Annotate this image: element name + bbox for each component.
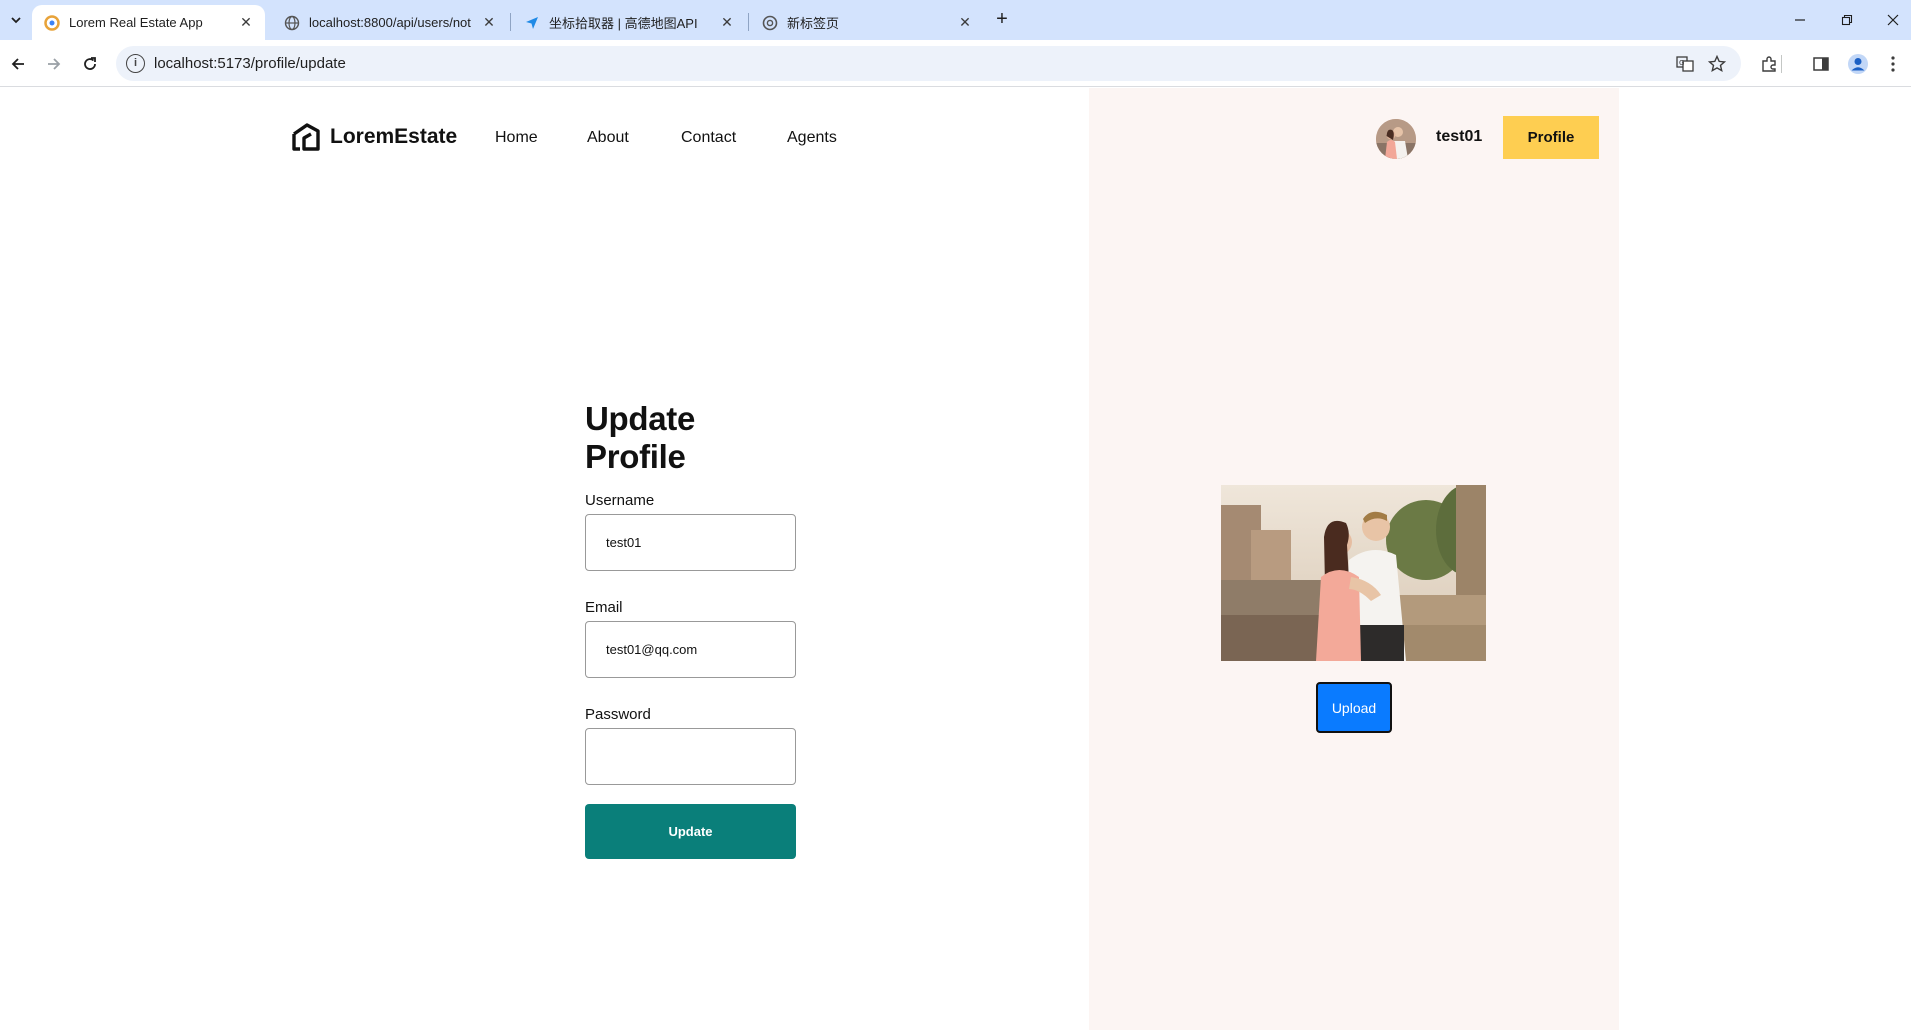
tab-api-users[interactable]: localhost:8800/api/users/not ✕ (272, 5, 508, 40)
close-window-icon[interactable] (1878, 8, 1908, 32)
toolbar-divider (1781, 55, 1782, 73)
nav-home[interactable]: Home (495, 129, 538, 147)
profile-button[interactable]: Profile (1503, 116, 1599, 159)
extensions-puzzle-icon[interactable] (1756, 51, 1782, 77)
site-info-icon[interactable]: i (126, 54, 145, 73)
username-label: Username (585, 492, 655, 509)
restore-icon[interactable] (1832, 8, 1862, 32)
more-menu-icon[interactable] (1880, 51, 1906, 77)
tab-separator (510, 13, 511, 31)
app-favicon-icon (44, 14, 60, 31)
brand-logo[interactable]: LoremEstate (291, 122, 457, 152)
tab-separator (748, 13, 749, 31)
username-input[interactable] (585, 514, 796, 571)
close-tab-icon[interactable]: ✕ (718, 14, 736, 32)
tab-title: 新标签页 (787, 16, 840, 31)
minimize-icon[interactable] (1785, 8, 1815, 32)
back-arrow-icon[interactable] (4, 50, 32, 78)
profile-account-icon[interactable] (1845, 51, 1871, 77)
browser-toolbar: i localhost:5173/profile/update G (0, 40, 1911, 87)
bookmark-star-icon[interactable] (1706, 53, 1728, 75)
email-label: Email (585, 599, 623, 616)
tab-new-tab[interactable]: 新标签页 ✕ (750, 5, 984, 40)
chrome-icon (762, 15, 778, 31)
password-input[interactable] (585, 728, 796, 785)
amap-favicon-icon (524, 15, 540, 31)
tab-title: localhost:8800/api/users/not (309, 15, 471, 30)
new-tab-plus-icon[interactable]: + (991, 9, 1013, 31)
tab-title: Lorem Real Estate App (69, 15, 203, 30)
tab-search-chevron-icon[interactable] (5, 9, 27, 31)
password-label: Password (585, 706, 651, 723)
avatar[interactable] (1376, 119, 1416, 159)
page-title: Update Profile (585, 400, 696, 475)
side-panel-icon[interactable] (1808, 51, 1834, 77)
tab-lorem-real-estate[interactable]: Lorem Real Estate App ✕ (32, 5, 265, 40)
browser-tab-strip: Lorem Real Estate App ✕ localhost:8800/a… (0, 0, 1911, 40)
svg-text:G: G (1679, 59, 1684, 67)
close-tab-icon[interactable]: ✕ (956, 14, 974, 32)
username-label: test01 (1436, 128, 1483, 145)
avatar-preview-image (1221, 485, 1486, 661)
address-bar[interactable]: i localhost:5173/profile/update G (116, 46, 1741, 81)
nav-contact[interactable]: Contact (681, 129, 736, 147)
forward-arrow-icon[interactable] (40, 50, 68, 78)
close-tab-icon[interactable]: ✕ (237, 14, 255, 32)
page: LoremEstate Home About Contact Agents te… (0, 88, 1911, 1030)
close-tab-icon[interactable]: ✕ (480, 14, 498, 32)
url-text[interactable]: localhost:5173/profile/update (154, 55, 346, 72)
upload-button[interactable]: Upload (1316, 682, 1392, 733)
nav-agents[interactable]: Agents (787, 129, 837, 147)
email-input[interactable] (585, 621, 796, 678)
tab-title: 坐标拾取器 | 高德地图API (549, 16, 698, 31)
update-button[interactable]: Update (585, 804, 796, 859)
tab-amap-picker[interactable]: 坐标拾取器 | 高德地图API ✕ (512, 5, 746, 40)
nav-about[interactable]: About (587, 129, 629, 147)
reload-icon[interactable] (76, 50, 104, 78)
update-profile-form: Update Profile Username Email Password U… (585, 400, 796, 859)
globe-icon (284, 15, 300, 31)
logo-house-icon (292, 123, 320, 151)
translate-icon[interactable]: G (1674, 53, 1696, 75)
brand-name: LoremEstate (330, 125, 458, 148)
